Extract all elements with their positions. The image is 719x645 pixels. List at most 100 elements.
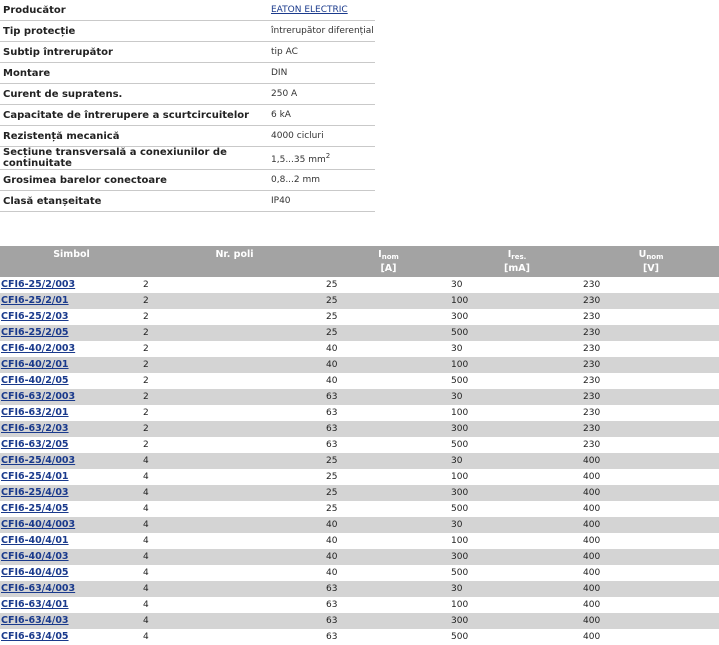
table-row: CFI6-40/4/003 4 40 30 400 (0, 517, 719, 533)
manufacturer-link[interactable]: EATON ELECTRIC (271, 5, 348, 15)
cell-poles: 2 (143, 407, 149, 418)
spec-row: Montare DIN (0, 62, 375, 84)
cell-ires: 100 (451, 471, 469, 482)
cell-inom: 25 (326, 279, 338, 290)
cell-poles: 4 (143, 613, 326, 629)
cell-symbol[interactable]: CFI6-63/2/01 (0, 405, 143, 421)
product-symbol-link[interactable]: CFI6-63/2/003 (1, 391, 75, 402)
cell-unom: 230 (583, 421, 719, 437)
product-symbol-link[interactable]: CFI6-25/2/05 (1, 327, 69, 338)
product-symbol-link[interactable]: CFI6-63/4/05 (1, 631, 69, 642)
cell-inom: 25 (326, 485, 451, 501)
specs-table: Producător EATON ELECTRIC Tip protecție înt… (0, 0, 375, 212)
table-row: CFI6-63/2/05 2 63 500 230 (0, 437, 719, 453)
product-symbol-link[interactable]: CFI6-40/2/01 (1, 359, 69, 370)
spec-value-text: tip AC (271, 47, 298, 57)
cell-unom: 230 (583, 375, 601, 386)
cell-poles: 2 (143, 389, 326, 405)
product-symbol-link[interactable]: CFI6-25/4/03 (1, 487, 69, 498)
cell-inom: 63 (326, 581, 451, 597)
product-symbol-link[interactable]: CFI6-40/4/03 (1, 551, 69, 562)
table-row: CFI6-25/4/003 4 25 30 400 (0, 453, 719, 469)
table-row: CFI6-25/2/05 2 25 500 230 (0, 325, 719, 341)
cell-symbol[interactable]: CFI6-25/4/03 (0, 485, 143, 501)
cell-ires: 30 (451, 389, 583, 405)
table-header-row: Simbol Nr. poli Inom [A] Ires. [mA] Unom [V… (0, 246, 719, 277)
spec-value[interactable]: EATON ELECTRIC (269, 0, 375, 21)
cell-symbol[interactable]: CFI6-25/2/003 (0, 277, 143, 293)
cell-symbol[interactable]: CFI6-63/2/03 (0, 421, 143, 437)
cell-symbol[interactable]: CFI6-63/4/05 (0, 629, 143, 645)
cell-symbol[interactable]: CFI6-25/2/05 (0, 325, 143, 341)
spec-row: Grosimea barelor conectoare 0,8...2 mm (0, 169, 375, 191)
cell-symbol[interactable]: CFI6-40/4/03 (0, 549, 143, 565)
cell-ires: 500 (451, 439, 469, 450)
cell-symbol[interactable]: CFI6-40/4/01 (0, 533, 143, 549)
cell-ires: 500 (451, 567, 469, 578)
cell-poles: 2 (143, 421, 326, 437)
product-symbol-link[interactable]: CFI6-63/4/003 (1, 583, 75, 594)
cell-symbol[interactable]: CFI6-40/4/003 (0, 517, 143, 533)
cell-inom: 40 (326, 375, 338, 386)
table-row: CFI6-25/4/05 4 25 500 400 (0, 501, 719, 517)
product-symbol-link[interactable]: CFI6-25/2/01 (1, 295, 69, 306)
cell-symbol[interactable]: CFI6-25/4/003 (0, 453, 143, 469)
spec-value-text: 250 A (271, 89, 298, 99)
cell-symbol[interactable]: CFI6-63/2/003 (0, 389, 143, 405)
cell-unom: 230 (583, 407, 601, 418)
cell-unom: 400 (583, 613, 719, 629)
cell-unom: 400 (583, 599, 601, 610)
cell-ires: 500 (451, 375, 469, 386)
product-symbol-link[interactable]: CFI6-40/2/003 (1, 343, 75, 354)
product-symbol-link[interactable]: CFI6-63/2/05 (1, 439, 69, 450)
product-symbol-link[interactable]: CFI6-25/4/003 (1, 455, 75, 466)
spec-row: Secțiune transversală a conexiunilor de … (0, 146, 375, 170)
cell-unom: 400 (583, 549, 719, 565)
cell-inom: 63 (326, 439, 338, 450)
product-symbol-link[interactable]: CFI6-63/2/01 (1, 407, 69, 418)
cell-unom: 400 (583, 471, 601, 482)
spec-value: tip AC (269, 41, 375, 63)
cell-symbol[interactable]: CFI6-25/2/03 (0, 309, 143, 325)
cell-symbol[interactable]: CFI6-25/4/01 (0, 469, 143, 485)
product-symbol-link[interactable]: CFI6-40/2/05 (1, 375, 69, 386)
spec-value-text: 4000 cicluri (271, 131, 324, 141)
cell-unom: 400 (583, 581, 719, 597)
cell-symbol[interactable]: CFI6-40/2/01 (0, 357, 143, 373)
cell-ires: 30 (451, 581, 583, 597)
product-symbol-link[interactable]: CFI6-40/4/003 (1, 519, 75, 530)
cell-symbol[interactable]: CFI6-25/4/05 (0, 501, 143, 517)
cell-symbol[interactable]: CFI6-25/2/01 (0, 293, 143, 309)
cell-symbol[interactable]: CFI6-40/2/05 (0, 373, 143, 389)
product-symbol-link[interactable]: CFI6-63/4/01 (1, 599, 69, 610)
cell-poles: 4 (143, 471, 149, 482)
spec-label: Rezistență mecanică (0, 125, 269, 147)
cell-symbol[interactable]: CFI6-40/2/003 (0, 341, 143, 357)
cell-symbol[interactable]: CFI6-63/4/01 (0, 597, 143, 613)
cell-unom: 230 (583, 439, 601, 450)
product-symbol-link[interactable]: CFI6-63/4/03 (1, 615, 69, 626)
product-symbol-link[interactable]: CFI6-25/2/03 (1, 311, 69, 322)
table-row: CFI6-63/4/03 4 63 300 400 (0, 613, 719, 629)
header-inom: Inom [A] (326, 246, 451, 277)
cell-inom: 40 (326, 517, 451, 533)
cell-ires: 500 (451, 503, 469, 514)
header-poles: Nr. poli (143, 246, 326, 277)
cell-symbol[interactable]: CFI6-63/4/003 (0, 581, 143, 597)
product-symbol-link[interactable]: CFI6-40/4/01 (1, 535, 69, 546)
spec-row: Rezistență mecanică 4000 cicluri (0, 125, 375, 147)
cell-poles: 2 (143, 375, 149, 386)
product-symbol-link[interactable]: CFI6-40/4/05 (1, 567, 69, 578)
cell-ires: 30 (451, 517, 583, 533)
product-symbol-link[interactable]: CFI6-25/4/05 (1, 503, 69, 514)
spec-label: Producător (0, 0, 269, 21)
cell-inom: 63 (326, 407, 338, 418)
cell-symbol[interactable]: CFI6-63/2/05 (0, 437, 143, 453)
cell-symbol[interactable]: CFI6-40/4/05 (0, 565, 143, 581)
product-symbol-link[interactable]: CFI6-25/2/003 (1, 279, 75, 290)
product-symbol-link[interactable]: CFI6-25/4/01 (1, 471, 69, 482)
cell-symbol[interactable]: CFI6-63/4/03 (0, 613, 143, 629)
table-row: CFI6-25/4/01 4 25 100 400 (0, 469, 719, 485)
spec-label: Tip protecție (0, 20, 269, 42)
product-symbol-link[interactable]: CFI6-63/2/03 (1, 423, 69, 434)
